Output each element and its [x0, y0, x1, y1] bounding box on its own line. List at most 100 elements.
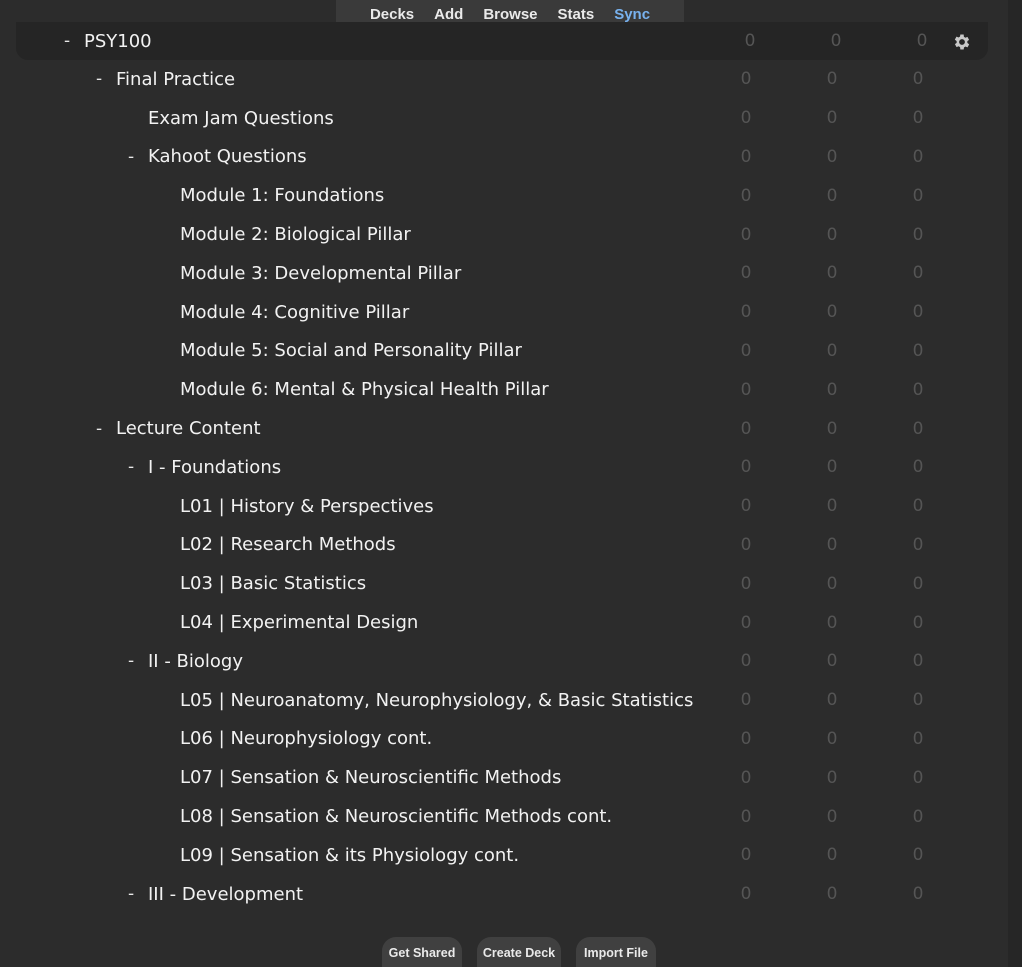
new-count: 0 [740, 690, 752, 711]
due-count: 0 [912, 767, 924, 788]
learn-count: 0 [826, 612, 838, 633]
due-count: 0 [912, 612, 924, 633]
collapse-toggle[interactable]: - [128, 457, 148, 477]
due-count: 0 [912, 302, 924, 323]
deck-row[interactable]: L06 | Neurophysiology cont. 0 0 0 [0, 720, 1008, 759]
learn-count: 0 [826, 845, 838, 866]
deck-row[interactable]: - Final Practice 0 0 0 [0, 60, 1008, 99]
learn-count: 0 [826, 108, 838, 129]
collapse-toggle[interactable]: - [128, 651, 148, 671]
deck-row[interactable]: Exam Jam Questions 0 0 0 [0, 99, 1008, 138]
import-file-button[interactable]: Import File [576, 937, 656, 967]
create-deck-button[interactable]: Create Deck [477, 937, 561, 967]
learn-count: 0 [826, 457, 838, 478]
deck-name-link[interactable]: L01 | History & Perspectives [180, 496, 434, 517]
deck-row-label: Module 5: Social and Personality Pillar [160, 340, 522, 361]
deck-name-link[interactable]: L05 | Neuroanatomy, Neurophysiology, & B… [180, 690, 693, 711]
due-count: 0 [912, 146, 924, 167]
deck-row[interactable]: - II - Biology 0 0 0 [0, 642, 1008, 681]
new-count: 0 [740, 146, 752, 167]
new-count: 0 [740, 884, 752, 905]
due-count: 0 [912, 845, 924, 866]
deck-name-link[interactable]: Module 6: Mental & Physical Health Pilla… [180, 379, 549, 400]
deck-name-link[interactable]: Module 3: Developmental Pillar [180, 263, 461, 284]
due-count: 0 [912, 884, 924, 905]
learn-count: 0 [826, 69, 838, 90]
learn-count: 0 [826, 767, 838, 788]
due-count: 0 [912, 806, 924, 827]
learn-count: 0 [826, 224, 838, 245]
new-count: 0 [740, 379, 752, 400]
due-count: 0 [912, 108, 924, 129]
deck-row[interactable]: Module 6: Mental & Physical Health Pilla… [0, 370, 1008, 409]
deck-row[interactable]: L02 | Research Methods 0 0 0 [0, 526, 1008, 565]
deck-row[interactable]: L05 | Neuroanatomy, Neurophysiology, & B… [0, 681, 1008, 720]
deck-row-label: - III - Development [128, 884, 303, 905]
deck-name-link[interactable]: III - Development [148, 884, 303, 905]
deck-row[interactable]: L04 | Experimental Design 0 0 0 [0, 603, 1008, 642]
deck-row[interactable]: - III - Development 0 0 0 [0, 875, 1008, 914]
deck-row-label: L06 | Neurophysiology cont. [160, 728, 432, 749]
deck-name-link[interactable]: L09 | Sensation & its Physiology cont. [180, 845, 519, 866]
gear-icon[interactable] [952, 32, 972, 52]
get-shared-button[interactable]: Get Shared [382, 937, 462, 967]
learn-count: 0 [826, 496, 838, 517]
deck-row[interactable]: Module 5: Social and Personality Pillar 0… [0, 332, 1008, 371]
deck-row[interactable]: L07 | Sensation & Neuroscientific Method… [0, 758, 1008, 797]
deck-row[interactable]: Module 3: Developmental Pillar 0 0 0 [0, 254, 1008, 293]
deck-row[interactable]: Module 2: Biological Pillar 0 0 0 [0, 215, 1008, 254]
new-count: 0 [740, 767, 752, 788]
deck-row[interactable]: - PSY100 0 0 0 [16, 22, 988, 60]
due-count: 0 [912, 728, 924, 749]
due-count: 0 [912, 340, 924, 361]
deck-name-link[interactable]: Lecture Content [116, 418, 261, 439]
collapse-toggle[interactable]: - [96, 419, 116, 439]
deck-row[interactable]: - Lecture Content 0 0 0 [0, 409, 1008, 448]
deck-row-label: Module 4: Cognitive Pillar [160, 302, 409, 323]
deck-row[interactable]: L01 | History & Perspectives 0 0 0 [0, 487, 1008, 526]
new-count: 0 [740, 496, 752, 517]
deck-name-link[interactable]: I - Foundations [148, 457, 281, 478]
deck-name-link[interactable]: II - Biology [148, 651, 243, 672]
learn-count: 0 [826, 418, 838, 439]
deck-row[interactable]: Module 1: Foundations 0 0 0 [0, 176, 1008, 215]
new-count: 0 [740, 806, 752, 827]
new-count: 0 [740, 457, 752, 478]
deck-row[interactable]: L09 | Sensation & its Physiology cont. 0 0… [0, 836, 1008, 875]
deck-row[interactable]: Module 4: Cognitive Pillar 0 0 0 [0, 293, 1008, 332]
deck-name-link[interactable]: Kahoot Questions [148, 146, 307, 167]
deck-name-link[interactable]: Module 2: Biological Pillar [180, 224, 411, 245]
deck-name-link[interactable]: L07 | Sensation & Neuroscientific Method… [180, 767, 561, 788]
learn-count: 0 [826, 884, 838, 905]
due-count: 0 [912, 185, 924, 206]
deck-row-label: L04 | Experimental Design [160, 612, 418, 633]
learn-count: 0 [826, 728, 838, 749]
deck-row[interactable]: -I - Foundations 0 0 0 [0, 448, 1008, 487]
collapse-toggle[interactable]: - [128, 884, 148, 904]
deck-row[interactable]: L03 | Basic Statistics 0 0 0 [0, 564, 1008, 603]
deck-name-link[interactable]: L06 | Neurophysiology cont. [180, 728, 432, 749]
deck-name-link[interactable]: Module 1: Foundations [180, 185, 384, 206]
learn-count: 0 [826, 146, 838, 167]
deck-name-link[interactable]: Final Practice [116, 69, 235, 90]
due-count: 0 [912, 651, 924, 672]
deck-row-label: L03 | Basic Statistics [160, 573, 366, 594]
deck-name-link[interactable]: PSY100 [84, 31, 152, 52]
deck-row[interactable]: L08 | Sensation & Neuroscientific Method… [0, 797, 1008, 836]
collapse-toggle[interactable]: - [64, 31, 84, 51]
collapse-toggle[interactable]: - [128, 147, 148, 167]
due-count: 0 [912, 224, 924, 245]
deck-name-link[interactable]: L02 | Research Methods [180, 534, 396, 555]
deck-name-link[interactable]: L03 | Basic Statistics [180, 573, 366, 594]
deck-name-link[interactable]: Exam Jam Questions [148, 108, 334, 129]
deck-name-link[interactable]: L04 | Experimental Design [180, 612, 418, 633]
scrollbar[interactable] [1008, 0, 1022, 967]
deck-name-link[interactable]: Module 5: Social and Personality Pillar [180, 340, 522, 361]
due-count: 0 [912, 690, 924, 711]
deck-name-link[interactable]: L08 | Sensation & Neuroscientific Method… [180, 806, 612, 827]
collapse-toggle[interactable]: - [96, 69, 116, 89]
learn-count: 0 [826, 534, 838, 555]
deck-row-label: Module 6: Mental & Physical Health Pilla… [160, 379, 549, 400]
deck-name-link[interactable]: Module 4: Cognitive Pillar [180, 302, 409, 323]
deck-row[interactable]: - Kahoot Questions 0 0 0 [0, 138, 1008, 177]
